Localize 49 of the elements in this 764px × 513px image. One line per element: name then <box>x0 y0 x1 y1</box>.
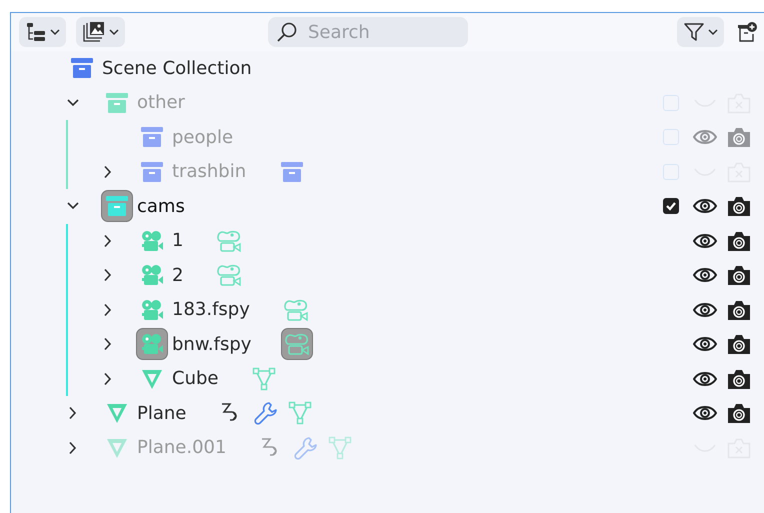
item-name[interactable]: 183.fspy <box>172 299 250 320</box>
camera-outline-icon <box>284 332 310 356</box>
render-camera-icon[interactable] <box>727 195 751 218</box>
eye-icon[interactable] <box>693 335 717 354</box>
item-name[interactable]: 2 <box>172 264 184 286</box>
item-name[interactable]: Plane <box>137 402 186 424</box>
filter-icon <box>683 21 705 43</box>
render-camera-icon[interactable] <box>727 368 751 390</box>
search-icon <box>276 21 298 43</box>
camera-outline-icon <box>216 263 242 288</box>
triangle-icon <box>105 401 129 426</box>
filter-button[interactable] <box>677 17 724 47</box>
new-collection-icon <box>736 21 758 43</box>
eye-icon[interactable] <box>693 266 717 284</box>
render-camera-icon[interactable] <box>727 298 751 321</box>
vertex-triangle-icon <box>288 401 312 426</box>
eye-icon[interactable] <box>693 370 717 388</box>
view-layer-button[interactable] <box>76 17 125 47</box>
wrench-icon <box>294 436 318 460</box>
vertex-triangle-icon <box>328 436 352 460</box>
display-mode-button[interactable] <box>19 17 66 47</box>
movie-camera-icon <box>140 298 164 322</box>
item-name[interactable]: Scene Collection <box>102 58 252 79</box>
caret-icon <box>109 28 119 36</box>
search-field[interactable]: Search <box>268 17 468 47</box>
render-camera-icon[interactable] <box>727 230 751 252</box>
caret-icon <box>708 28 718 36</box>
camera-outline-icon <box>216 228 242 253</box>
item-name[interactable]: Cube <box>172 368 218 390</box>
item-name[interactable]: cams <box>137 196 185 217</box>
movie-camera-icon <box>140 263 164 288</box>
image-stack-icon <box>82 21 106 43</box>
item-name[interactable]: bnw.fspy <box>172 334 252 355</box>
wrench-icon <box>254 401 278 426</box>
render-camera-icon[interactable] <box>727 402 751 424</box>
eye-icon[interactable] <box>693 232 717 250</box>
eye-icon[interactable] <box>693 197 717 216</box>
exclude-checkbox[interactable] <box>663 198 679 214</box>
render-camera-icon[interactable] <box>727 264 751 286</box>
item-name[interactable]: 1 <box>172 230 184 252</box>
collection-icon <box>280 160 304 184</box>
render-camera-icon[interactable] <box>727 333 751 356</box>
caret-icon <box>50 28 60 36</box>
outliner-icon <box>25 22 47 42</box>
eye-icon[interactable] <box>693 404 717 422</box>
camera-outline-icon <box>282 298 309 322</box>
movie-camera-icon <box>140 228 164 253</box>
vertex-triangle-icon <box>252 366 276 391</box>
eye-icon[interactable] <box>693 300 717 319</box>
